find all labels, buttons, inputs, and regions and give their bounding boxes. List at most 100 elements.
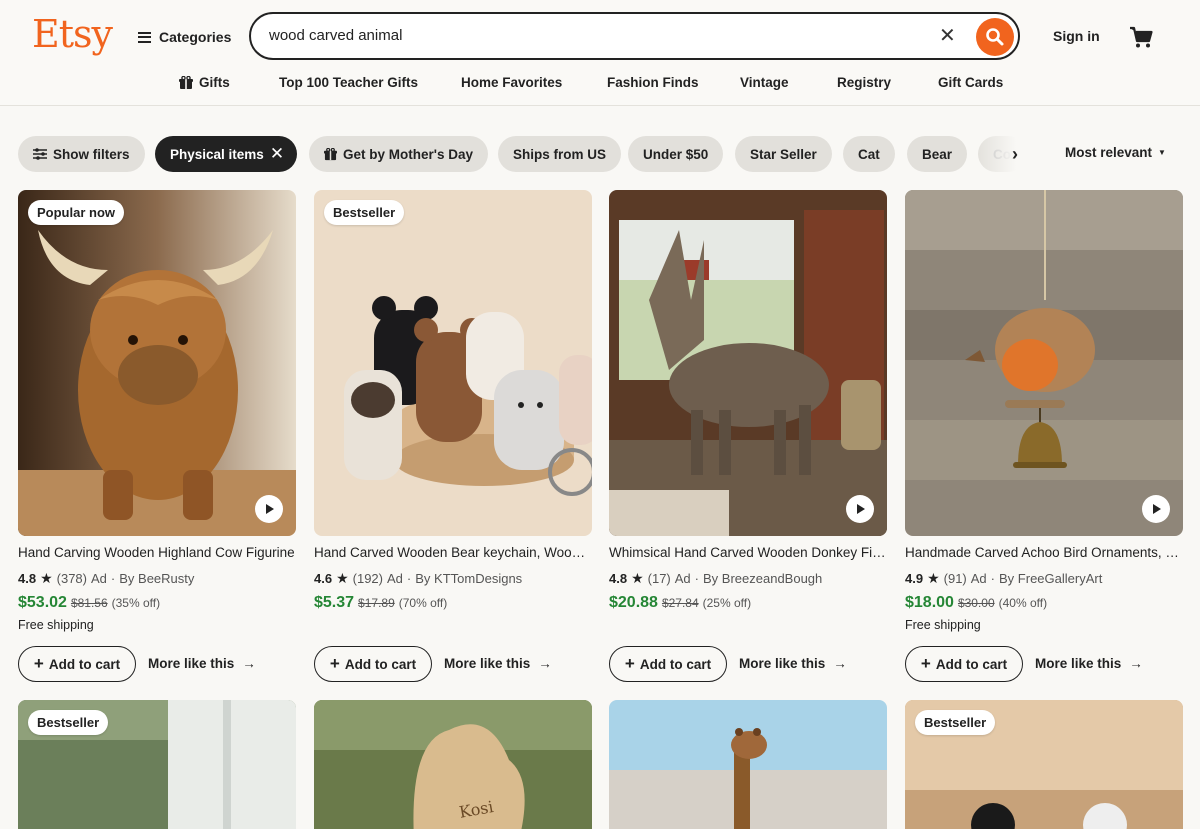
star-icon: ★ [40,570,53,586]
search-input[interactable]: wood carved animal [269,27,402,44]
search-button[interactable] [976,18,1014,56]
caret-down-icon: ▼ [1158,148,1166,157]
original-price: $30.00 [957,596,995,610]
more-like-this-link[interactable]: More like this → [148,656,256,671]
listing-image[interactable]: Popular now [18,190,296,536]
nav-registry[interactable]: Registry [837,75,891,90]
plus-icon: + [33,654,44,673]
listing-title[interactable]: Handmade Carved Achoo Bird Ornaments, Wo… [905,545,1183,560]
cart-icon[interactable] [1128,24,1154,50]
nav-fashion-finds[interactable]: Fashion Finds [607,75,699,90]
more-like-this-link[interactable]: More like this → [444,656,552,671]
chip-physical-items[interactable]: Physical items ✕ [155,136,297,172]
price-row: $18.00 $30.00 (40% off) [905,594,1047,612]
arrow-right-icon: → [538,656,552,671]
add-to-cart-button[interactable]: + Add to cart [18,646,136,682]
nav-teacher-gifts[interactable]: Top 100 Teacher Gifts [279,75,418,90]
chip-mothers-day[interactable]: Get by Mother's Day [309,136,488,172]
rating-value: 4.8 [18,571,37,586]
listing-meta: 4.9 ★ (91) Ad · By FreeGalleryArt [905,570,1102,587]
remove-filter-icon[interactable]: ✕ [270,144,284,164]
add-to-cart-button[interactable]: + Add to cart [314,646,432,682]
original-price: $17.89 [358,596,395,610]
more-like-this-link[interactable]: More like this → [1035,656,1143,671]
plus-icon: + [920,654,931,673]
review-count: (192) [352,571,383,586]
nav-gift-cards[interactable]: Gift Cards [938,75,1003,90]
nav-vintage[interactable]: Vintage [740,75,789,90]
shop-name[interactable]: By KTTomDesigns [415,571,522,586]
categories-label: Categories [159,29,232,45]
shop-name[interactable]: By BreezeandBough [703,571,822,586]
original-price: $81.56 [70,596,108,610]
listing-image[interactable] [905,190,1183,536]
search-bar[interactable]: wood carved animal ✕ [249,12,1020,60]
discount: (70% off) [398,596,448,610]
chip-cat[interactable]: Cat [843,136,895,172]
arrow-right-icon: → [242,656,256,671]
review-count: (378) [56,571,87,586]
more-like-this-label: More like this [444,656,531,671]
rating-value: 4.6 [314,571,333,586]
ad-label: Ad [387,571,403,586]
plus-icon: + [624,654,635,673]
chip-star-seller[interactable]: Star Seller [735,136,832,172]
play-video-icon[interactable] [1142,495,1170,523]
listing-title[interactable]: Hand Carving Wooden Highland Cow Figurin… [18,545,296,560]
add-to-cart-label: Add to cart [48,656,121,672]
play-video-icon[interactable] [846,495,874,523]
dot-separator: · [990,571,996,586]
star-icon: ★ [631,570,644,586]
arrow-right-icon: → [1129,656,1143,671]
add-to-cart-button[interactable]: + Add to cart [609,646,727,682]
chevron-right-icon[interactable]: › [1003,142,1027,166]
clear-search-icon[interactable]: ✕ [939,26,956,46]
discount: (35% off) [111,596,161,610]
show-filters-button[interactable]: Show filters [18,136,145,172]
play-video-icon[interactable] [255,495,283,523]
categories-button[interactable]: Categories [138,26,231,48]
add-to-cart-label: Add to cart [935,656,1008,672]
gift-icon [324,147,337,160]
listing-title[interactable]: Whimsical Hand Carved Wooden Donkey Figu… [609,545,887,560]
listing-image[interactable]: Kosi [314,700,592,829]
badge: Bestseller [28,710,109,735]
sign-in-link[interactable]: Sign in [1053,28,1100,44]
listing-title[interactable]: Hand Carved Wooden Bear keychain, Wooden… [314,545,592,560]
original-price: $27.84 [661,596,699,610]
chip-ships-from-us[interactable]: Ships from US [498,136,622,172]
chip-bear[interactable]: Bear [907,136,968,172]
review-count: (17) [647,571,671,586]
listing-image[interactable]: Bestseller [314,190,592,536]
review-count: (91) [943,571,967,586]
sale-price: $5.37 [314,594,355,611]
chip-physical-label: Physical items [170,146,264,162]
arrow-right-icon: → [833,656,847,671]
more-like-this-label: More like this [148,656,235,671]
shop-name[interactable]: By BeeRusty [119,571,194,586]
chip-under-50[interactable]: Under $50 [628,136,724,172]
listing-meta: 4.8 ★ (17) Ad · By BreezeandBough [609,570,822,587]
show-filters-label: Show filters [53,146,130,162]
add-to-cart-button[interactable]: + Add to cart [905,646,1023,682]
chip-mothers-day-label: Get by Mother's Day [343,146,473,162]
listing-image[interactable]: Bestseller [18,700,296,829]
nav-home-favorites[interactable]: Home Favorites [461,75,562,90]
listing-meta: 4.6 ★ (192) Ad · By KTTomDesigns [314,570,522,587]
listing-image[interactable] [609,700,887,829]
more-like-this-link[interactable]: More like this → [739,656,847,671]
listing-image[interactable]: Bestseller [905,700,1183,829]
shop-name[interactable]: By FreeGalleryArt [999,571,1102,586]
nav-gifts-label: Gifts [199,75,230,90]
sale-price: $53.02 [18,594,67,611]
discount: (40% off) [998,596,1048,610]
nav-gifts[interactable]: Gifts [179,75,230,90]
dot-separator: · [694,571,700,586]
sort-dropdown[interactable]: Most relevant ▼ [1065,145,1166,160]
etsy-logo[interactable]: Etsy [32,12,113,56]
plus-icon: + [329,654,340,673]
dot-separator: · [406,571,412,586]
listing-image[interactable] [609,190,887,536]
price-row: $53.02 $81.56 (35% off) [18,594,160,612]
filter-icon [33,148,47,160]
